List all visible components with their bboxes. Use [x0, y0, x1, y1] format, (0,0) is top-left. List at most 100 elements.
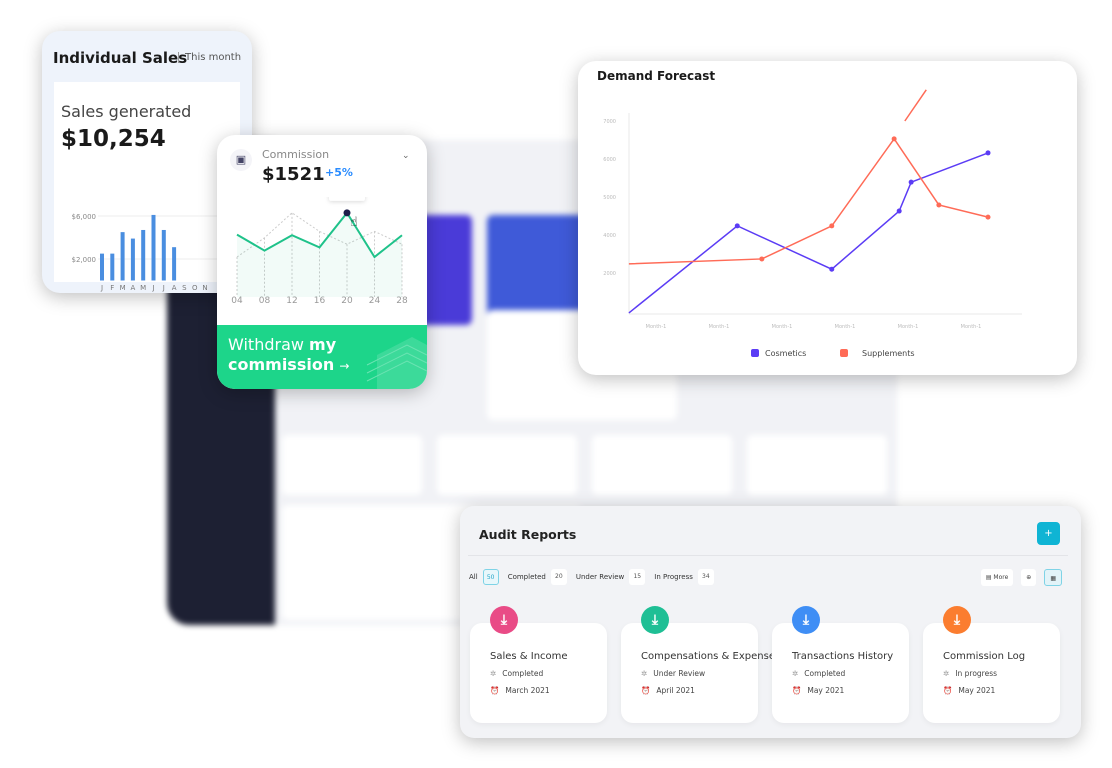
commission-value: $1521 — [262, 164, 325, 185]
bar — [120, 232, 125, 281]
bar — [172, 247, 177, 281]
y-tick-label: 7000 — [603, 119, 616, 125]
y-tick-label: 2000 — [603, 271, 616, 277]
download-icon[interactable]: ⤓ — [943, 606, 971, 634]
x-tick-label: Month-1 — [961, 324, 982, 330]
withdraw-commission-button[interactable]: Withdraw my commission → — [217, 325, 427, 389]
x-tick-label: A — [172, 284, 177, 292]
legend-swatch — [751, 349, 759, 357]
report-card[interactable]: ⤓ Commission Log ✲ In progress ⏰ May 2021 — [923, 606, 1060, 723]
x-tick-label: Month-1 — [709, 324, 730, 330]
download-icon[interactable]: ⤓ — [641, 606, 669, 634]
x-tick-label: 04 — [231, 296, 243, 306]
data-point — [891, 136, 897, 142]
add-report-button[interactable]: + — [1037, 522, 1060, 545]
x-tick-label: 16 — [314, 296, 326, 306]
filter-count[interactable]: 15 — [629, 569, 646, 585]
y-tick-label: 6000 — [603, 157, 616, 163]
x-tick-label: Month-1 — [898, 324, 919, 330]
download-icon[interactable]: ⤓ — [792, 606, 820, 634]
report-name: Sales & Income — [490, 651, 568, 662]
x-tick-label: A — [131, 284, 136, 292]
demand-forecast-card: Demand Forecast 2000 4000 5000 6000 7000 Mont… — [578, 61, 1077, 375]
report-date-text: April 2021 — [656, 686, 695, 695]
alarm-clock-icon: ⏰ — [792, 686, 802, 695]
data-point — [896, 208, 902, 214]
x-tick-label: M — [120, 284, 126, 292]
commission-line-chart: 04 08 12 16 20 24 28 $ 258 ☝ — [231, 197, 408, 306]
filter-count[interactable]: 50 — [482, 569, 499, 585]
legend-label: Cosmetics — [765, 349, 806, 358]
filter-under-review[interactable]: Under Review — [576, 573, 624, 581]
data-point — [829, 266, 835, 272]
data-point — [829, 223, 835, 229]
status-icon: ✲ — [641, 669, 648, 678]
more-button[interactable]: ▤ More — [980, 569, 1014, 586]
globe-button[interactable]: ⊕ — [1021, 569, 1037, 586]
report-card[interactable]: ⤓ Compensations & Expenses ✲ Under Review… — [621, 606, 780, 723]
sales-panel: Sales generated $10,254 $6,000 $2,000 J F M A… — [54, 82, 240, 292]
legend-label: Supplements — [862, 349, 915, 358]
x-tick-label: N — [202, 284, 207, 292]
report-status-text: In progress — [955, 669, 998, 678]
report-name: Transactions History — [792, 651, 894, 662]
commission-change: +5% — [325, 166, 353, 179]
y-tick-label: $6,000 — [72, 213, 97, 221]
audit-title: Audit Reports — [479, 527, 577, 542]
filter-all[interactable]: All — [469, 573, 478, 581]
filter-bar: All 50 Completed 20 Under Review 15 In Prog… — [469, 569, 718, 585]
status-icon: ✲ — [792, 669, 799, 678]
report-date: ⏰ May 2021 — [792, 686, 844, 695]
report-name: Commission Log — [943, 651, 1026, 662]
x-tick-label: J — [151, 284, 154, 292]
y-tick-label: 4000 — [603, 233, 616, 239]
alarm-clock-icon: ⏰ — [641, 686, 651, 695]
filter-count[interactable]: 20 — [550, 569, 567, 585]
audit-reports-card: Audit Reports + All 50 Completed 20 Under … — [460, 506, 1081, 738]
commission-title: Commission — [262, 148, 330, 161]
x-tick-label: J — [162, 284, 165, 292]
filter-in-progress[interactable]: In Progress — [654, 573, 693, 581]
y-tick-label: 5000 — [603, 195, 616, 201]
sales-value: $10,254 — [61, 126, 166, 152]
money-icon: ▣ — [230, 149, 252, 171]
download-icon[interactable]: ⤓ — [490, 606, 518, 634]
report-card[interactable]: ⤓ Transactions History ✲ Completed ⏰ May 2… — [772, 606, 909, 723]
report-status: ✲ Completed — [792, 669, 845, 678]
data-point — [734, 223, 740, 229]
arrow-right-icon: → — [339, 359, 350, 373]
demand-forecast-chart: 2000 4000 5000 6000 7000 Month-1 Month-1 Month-… — [603, 89, 1022, 358]
data-point — [985, 214, 991, 220]
report-card[interactable]: ⤓ Sales & Income ✲ Completed ⏰ March 2021 — [470, 606, 607, 723]
report-status: ✲ In progress — [943, 669, 997, 678]
series-line-supplements — [628, 137, 989, 265]
filter-completed[interactable]: Completed — [508, 573, 546, 581]
report-date: ⏰ May 2021 — [943, 686, 995, 695]
view-tools: ▤ More ⊕ ▦ — [980, 569, 1062, 586]
more-label: More — [993, 574, 1009, 581]
data-point — [936, 202, 942, 208]
data-point — [759, 256, 765, 262]
x-tick-label: 08 — [259, 296, 271, 306]
period-label[interactable]: This month — [178, 52, 241, 63]
bar — [141, 229, 146, 281]
extra-segment — [904, 89, 927, 122]
report-status-text: Completed — [502, 669, 544, 678]
x-tick-label: O — [192, 284, 198, 292]
chevron-down-icon[interactable]: ⌄ — [402, 151, 410, 161]
y-tick-label: $2,000 — [72, 256, 97, 264]
legend-swatch — [840, 349, 848, 357]
filter-count[interactable]: 34 — [697, 569, 714, 585]
report-name: Compensations & Expenses — [641, 651, 781, 662]
report-status-text: Completed — [804, 669, 846, 678]
data-point — [985, 150, 991, 156]
x-tick-label: Month-1 — [835, 324, 856, 330]
report-status-text: Under Review — [653, 669, 706, 678]
x-tick-label: J — [100, 284, 103, 292]
bar — [100, 253, 104, 281]
list-view-button[interactable]: ▦ — [1044, 569, 1062, 586]
background-tile — [282, 435, 422, 495]
bar — [130, 238, 135, 281]
alarm-clock-icon: ⏰ — [943, 686, 953, 695]
card-title: Individual Sales — [53, 49, 188, 67]
